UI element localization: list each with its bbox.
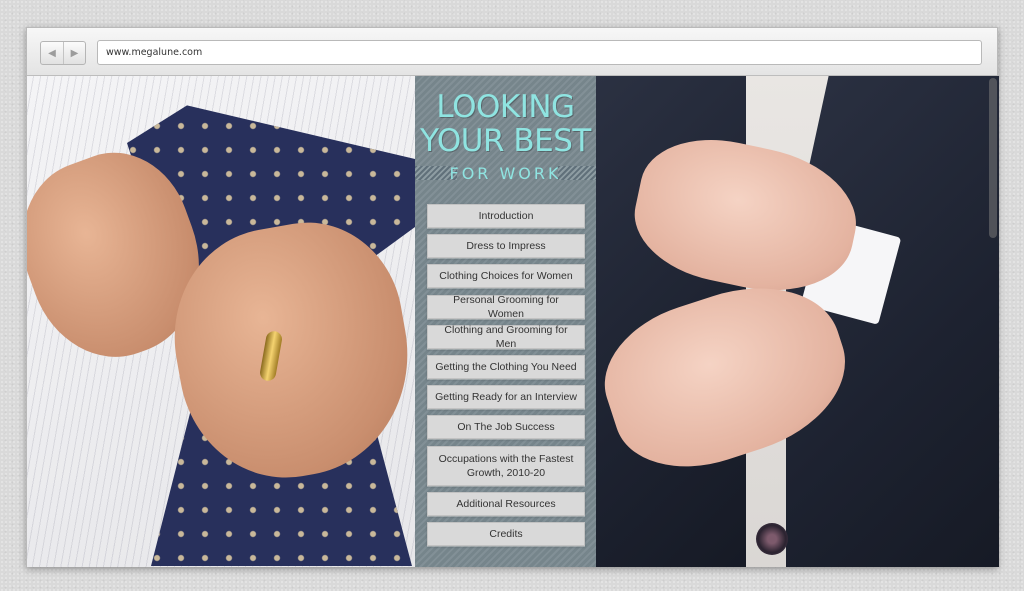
site-subtitle: FOR WORK [449,163,562,183]
menu-item-getting-clothing[interactable]: Getting the Clothing You Need [427,354,585,379]
address-bar[interactable]: www.megalune.com [97,40,982,65]
browser-window: ◀ ▶ www.megalune.com LOOKING YOUR BEST F… [26,27,999,567]
forward-button[interactable]: ▶ [63,42,85,64]
jacket-button-graphic [756,523,788,555]
decorative-stripe-right [558,166,596,180]
browser-toolbar: ◀ ▶ www.megalune.com [27,28,997,76]
menu-item-clothing-grooming-men[interactable]: Clothing and Grooming for Men [427,324,585,350]
main-menu: Introduction Dress to Impress Clothing C… [427,204,585,552]
man-tying-tie-photo [27,76,415,567]
menu-item-introduction[interactable]: Introduction [427,204,585,228]
menu-item-additional-resources[interactable]: Additional Resources [427,491,585,516]
back-button[interactable]: ◀ [41,42,63,64]
menu-panel: LOOKING YOUR BEST FOR WORK Introduction … [415,76,596,567]
scrollbar-thumb[interactable] [989,78,997,238]
title-line-1: LOOKING [436,89,575,125]
menu-item-clothing-choices-women[interactable]: Clothing Choices for Women [427,264,585,289]
menu-item-personal-grooming-women[interactable]: Personal Grooming for Women [427,294,585,320]
menu-item-job-success[interactable]: On The Job Success [427,415,585,440]
woman-adjusting-cuff-photo [596,76,999,567]
site-title: LOOKING YOUR BEST FOR WORK [415,90,596,184]
menu-item-credits[interactable]: Credits [427,521,585,546]
nav-buttons: ◀ ▶ [40,41,86,65]
menu-item-dress-to-impress[interactable]: Dress to Impress [427,234,585,259]
menu-item-fastest-growth[interactable]: Occupations with the Fastest Growth, 201… [427,445,585,486]
menu-item-interview[interactable]: Getting Ready for an Interview [427,385,585,410]
page-viewport: LOOKING YOUR BEST FOR WORK Introduction … [27,76,999,567]
title-line-2: YOUR BEST [420,123,591,159]
subtitle-row: FOR WORK [415,162,596,184]
